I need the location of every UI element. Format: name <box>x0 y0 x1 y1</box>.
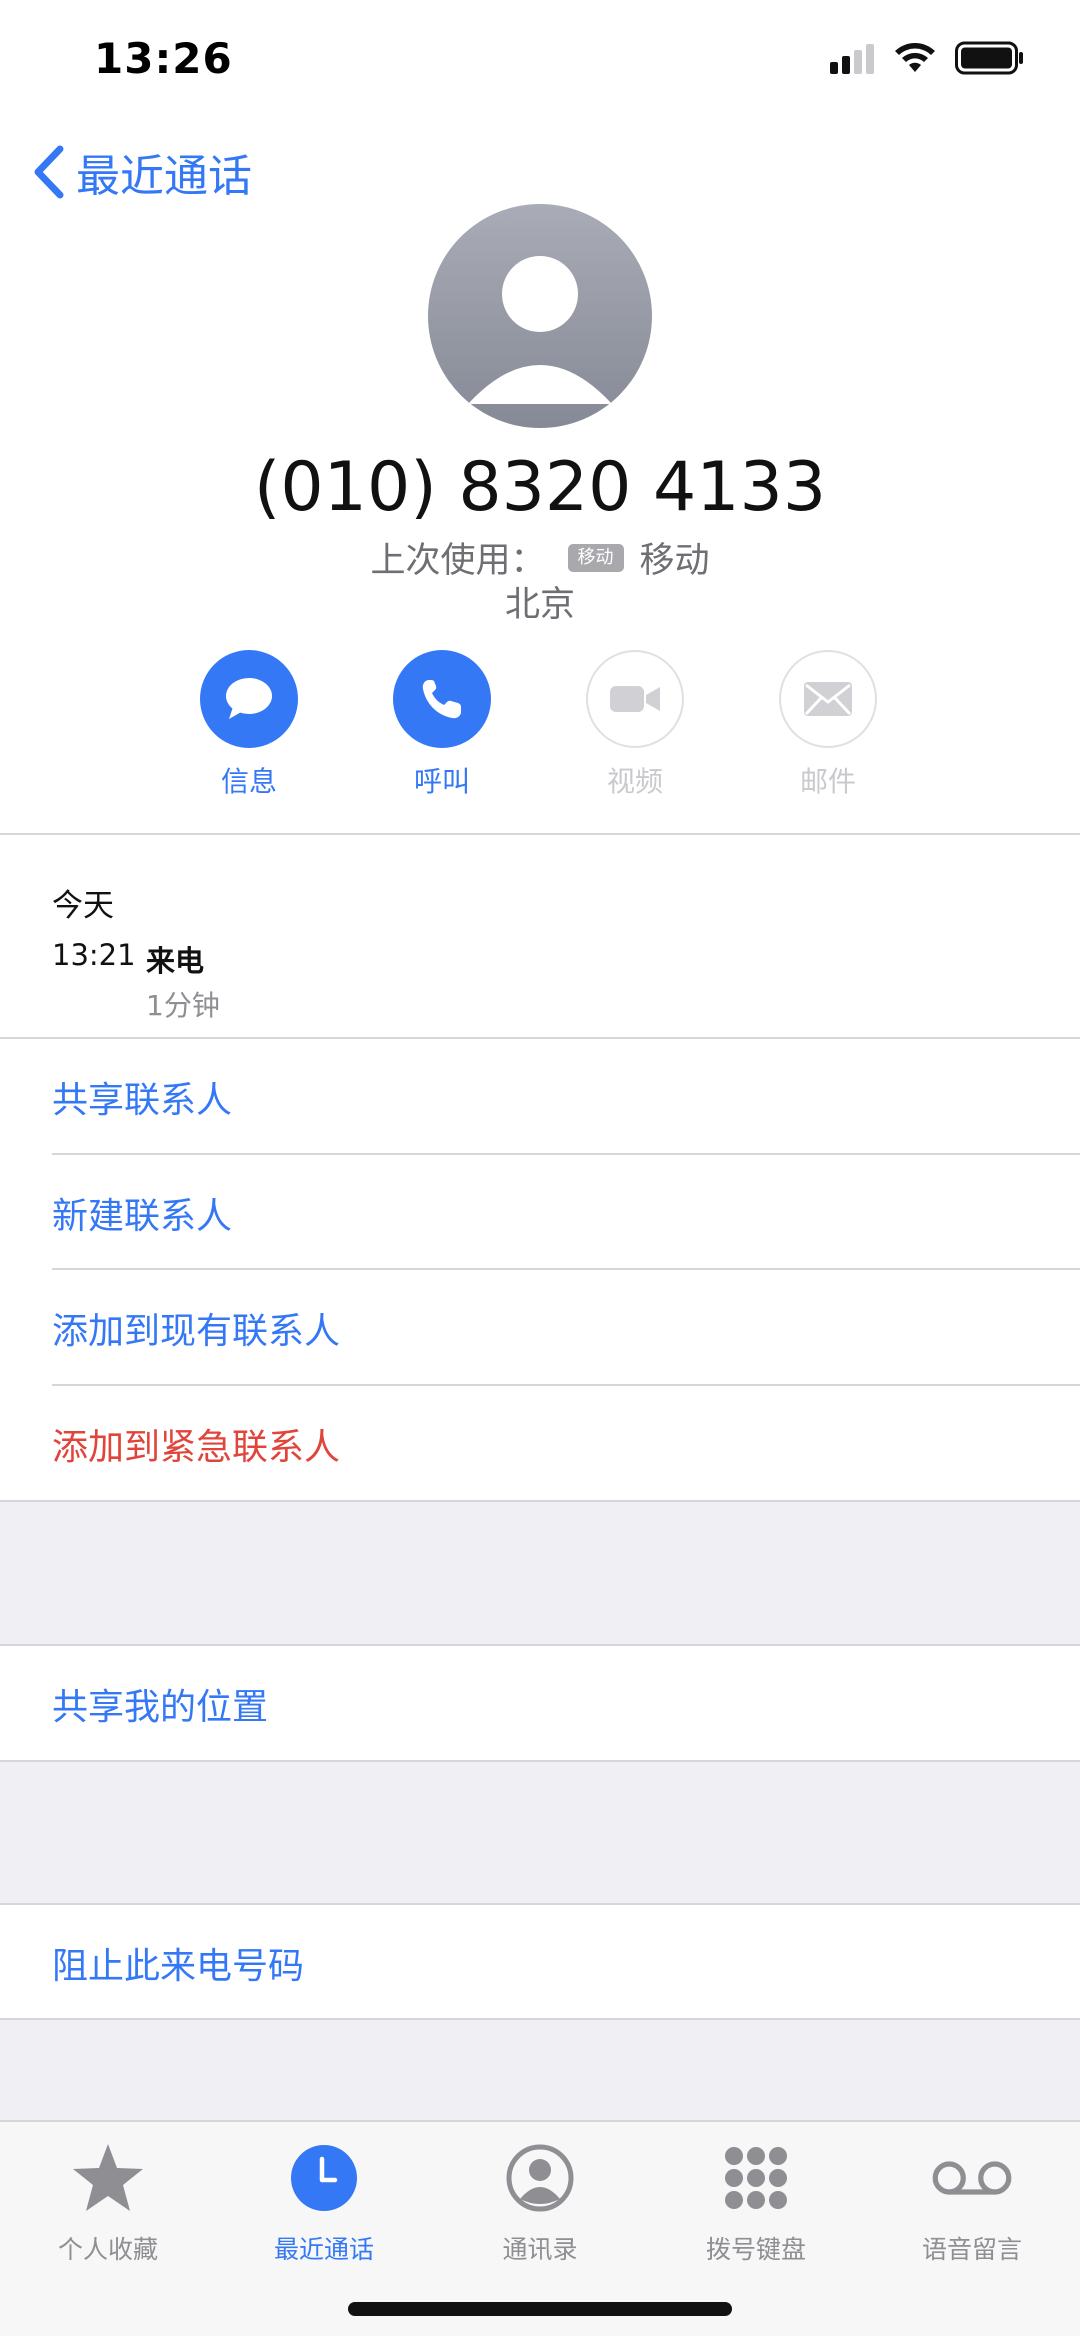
tab-contacts-icon-wrap <box>498 2136 582 2220</box>
call-duration: 1分钟 <box>146 989 220 1022</box>
tab-voicemail[interactable]: 语音留言 <box>872 2136 1072 2266</box>
call-date-header: 今天 <box>52 888 114 924</box>
number-location: 北京 <box>504 585 575 625</box>
voicemail-icon <box>932 2161 1012 2195</box>
battery-icon <box>955 41 1023 75</box>
tab-voicemail-icon-wrap <box>930 2136 1014 2220</box>
new-contact-button[interactable]: 新建联系人 <box>0 1155 1080 1270</box>
tab-recents-icon-wrap <box>282 2136 366 2220</box>
add-emergency-contact-button[interactable]: 添加到紧急联系人 <box>0 1386 1080 1501</box>
tab-favorites[interactable]: 个人收藏 <box>8 2136 208 2266</box>
tab-contacts-label: 通讯录 <box>502 2235 578 2264</box>
message-button[interactable]: 信息 <box>189 650 309 800</box>
call-button-circle[interactable] <box>393 650 491 748</box>
tab-favorites-icon-wrap <box>66 2136 150 2220</box>
call-button-label: 呼叫 <box>413 765 470 798</box>
chevron-left-icon <box>34 145 64 199</box>
person-placeholder-icon <box>468 256 612 404</box>
mail-button-circle[interactable] <box>779 650 877 748</box>
mail-icon <box>804 682 852 716</box>
contact-detail-screen: 13:26 最近通话 (010) 8320 4133 上次使用： 移动 移动 北… <box>0 0 1080 2336</box>
tab-keypad[interactable]: 拨号键盘 <box>656 2136 856 2266</box>
tab-voicemail-label: 语音留言 <box>921 2235 1022 2264</box>
video-button[interactable]: 视频 <box>575 650 695 800</box>
video-button-label: 视频 <box>606 765 663 798</box>
tab-contacts[interactable]: 通讯录 <box>440 2136 640 2266</box>
tab-recents[interactable]: 最近通话 <box>224 2136 424 2266</box>
share-location-button[interactable]: 共享我的位置 <box>0 1646 1080 1761</box>
call-type: 来电 <box>146 944 205 978</box>
message-button-circle[interactable] <box>200 650 298 748</box>
mail-button-label: 邮件 <box>799 765 856 798</box>
keypad-icon <box>725 2147 787 2209</box>
message-icon <box>226 678 272 719</box>
block-caller-button[interactable]: 阻止此来电号码 <box>0 1905 1080 2020</box>
tab-favorites-label: 个人收藏 <box>57 2235 158 2264</box>
back-label: 最近通话 <box>76 151 252 202</box>
share-contact-button[interactable]: 共享联系人 <box>0 1039 1080 1154</box>
person-circle-icon <box>506 2144 574 2212</box>
sim-badge: 移动 <box>567 543 624 572</box>
video-button-circle[interactable] <box>586 650 684 748</box>
tab-keypad-icon-wrap <box>714 2136 798 2220</box>
status-time: 13:26 <box>94 34 233 83</box>
tab-recents-label: 最近通话 <box>273 2235 374 2264</box>
tab-keypad-label: 拨号键盘 <box>705 2235 806 2264</box>
call-button[interactable]: 呼叫 <box>382 650 502 800</box>
section-divider <box>0 833 1080 835</box>
phone-icon <box>422 680 461 719</box>
status-bar: 13:26 <box>0 0 1080 110</box>
contact-avatar <box>428 204 652 428</box>
message-button-label: 信息 <box>220 765 277 798</box>
add-to-existing-contact-button[interactable]: 添加到现有联系人 <box>0 1270 1080 1385</box>
clock-icon <box>291 2145 357 2211</box>
star-icon <box>73 2144 143 2211</box>
phone-number: (010) 8320 4133 <box>253 448 827 527</box>
cellular-signal-icon <box>830 44 874 74</box>
section-gap <box>0 1502 1080 1645</box>
video-icon <box>610 686 660 712</box>
wifi-icon <box>895 43 935 72</box>
section-gap <box>0 2020 1080 2120</box>
home-indicator[interactable] <box>348 2302 732 2316</box>
section-gap <box>0 1762 1080 1904</box>
back-button[interactable]: 最近通话 <box>30 140 252 204</box>
mail-button[interactable]: 邮件 <box>768 650 888 800</box>
call-time: 13:21 <box>52 938 136 972</box>
